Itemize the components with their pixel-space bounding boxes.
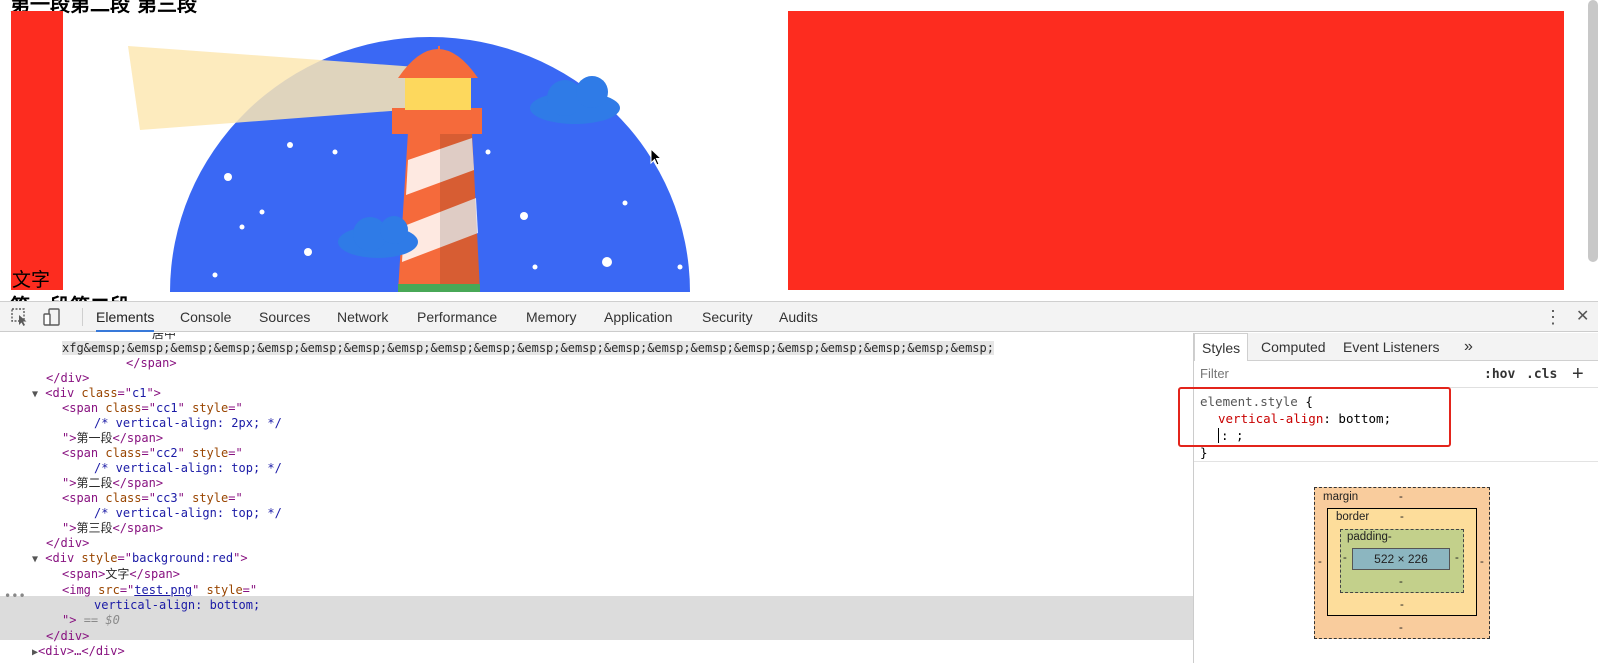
- span-text-label: 文字: [12, 269, 51, 291]
- tree-node-span-cc3[interactable]: <span class="cc3" style=": [62, 491, 243, 506]
- devtools-tabbar: Elements Console Sources Network Perform…: [0, 302, 1598, 332]
- margin-top-value: -: [1399, 491, 1403, 503]
- tree-selected-marker: "> == $0: [62, 613, 120, 627]
- padding-bottom-value: -: [1399, 576, 1403, 588]
- tree-line-emsp[interactable]: xfg&emsp;&emsp;&emsp;&emsp;&emsp;&emsp;&…: [62, 341, 994, 356]
- node-actions-icon[interactable]: •••: [4, 589, 26, 603]
- annotation-highlight-box: [1178, 387, 1451, 447]
- filter-row: :hov .cls +: [1194, 362, 1598, 388]
- tab-styles[interactable]: Styles: [1194, 333, 1249, 361]
- border-bottom-value: -: [1400, 599, 1404, 611]
- tab-performance[interactable]: Performance: [417, 302, 497, 332]
- img-src-link[interactable]: test.png: [134, 583, 192, 597]
- padding-right-value: -: [1455, 552, 1459, 564]
- tab-memory[interactable]: Memory: [526, 302, 577, 332]
- tree-node-div-c1[interactable]: ▼ <div class="c1">: [32, 386, 161, 401]
- tree-node-div-collapsed[interactable]: ▶<div>…</div>: [32, 644, 125, 659]
- tree-node-div-red[interactable]: ▼ <div style="background:red">: [32, 551, 248, 566]
- paragraph-text-bottom: 第一段第二段: [10, 290, 130, 301]
- tree-comment: /* vertical-align: top; */: [94, 506, 282, 520]
- tree-line-close-div[interactable]: </div>: [46, 371, 89, 386]
- tab-sources[interactable]: Sources: [259, 302, 310, 332]
- tree-node-span-cc1[interactable]: <span class="cc1" style=": [62, 401, 243, 416]
- devtools-panel: Elements Console Sources Network Perform…: [0, 301, 1598, 663]
- tab-audits[interactable]: Audits: [779, 302, 818, 332]
- rule-separator: [1194, 461, 1598, 462]
- tab-computed[interactable]: Computed: [1261, 333, 1326, 361]
- tree-line-close-div[interactable]: </div>: [46, 536, 89, 551]
- more-options-icon[interactable]: ⋮: [1544, 302, 1562, 332]
- tree-node-span-cc2[interactable]: <span class="cc2" style=": [62, 446, 243, 461]
- box-model-content[interactable]: 522 × 226: [1352, 548, 1450, 570]
- styles-filter-input[interactable]: [1200, 366, 1400, 381]
- more-tabs-icon[interactable]: »: [1464, 333, 1473, 361]
- tree-comment: /* vertical-align: top; */: [94, 461, 282, 475]
- lighthouse-image: [128, 37, 690, 292]
- tab-elements[interactable]: Elements: [96, 302, 155, 332]
- tree-node-span[interactable]: <span>文字</span>: [62, 567, 180, 582]
- red-div-small: [11, 11, 63, 290]
- content-dimensions: 522 × 226: [1374, 552, 1428, 566]
- tree-text: ">第二段</span>: [62, 476, 164, 490]
- tab-network[interactable]: Network: [337, 302, 388, 332]
- hover-state-toggle[interactable]: :hov: [1484, 367, 1515, 382]
- inspect-element-icon[interactable]: [10, 307, 30, 327]
- padding-left-value: -: [1343, 552, 1347, 564]
- border-label: border: [1336, 511, 1370, 523]
- red-div-large: [788, 11, 1564, 290]
- tab-security[interactable]: Security: [702, 302, 753, 332]
- tab-event-listeners[interactable]: Event Listeners: [1343, 333, 1440, 361]
- tree-style-value: vertical-align: bottom;: [94, 598, 261, 612]
- box-model-border[interactable]: border - - padding- - - - 522 × 226: [1327, 508, 1477, 616]
- device-toolbar-icon[interactable]: [42, 307, 62, 327]
- expand-caret-icon[interactable]: ▼: [32, 554, 38, 565]
- tree-line-close-span[interactable]: </span>: [126, 356, 177, 371]
- tab-application[interactable]: Application: [604, 302, 673, 332]
- tree-comment: /* vertical-align: 2px; */: [94, 416, 282, 430]
- box-model-margin[interactable]: margin - - - - border - - padding- - - -…: [1314, 487, 1490, 639]
- tree-text: ">第一段</span>: [62, 431, 164, 445]
- padding-label: padding-: [1347, 531, 1392, 543]
- margin-bottom-value: -: [1399, 622, 1403, 634]
- styles-sidebar: Styles Computed Event Listeners » :hov .…: [1194, 333, 1598, 663]
- elements-tree: 居中 xfg&emsp;&emsp;&emsp;&emsp;&emsp;&ems…: [0, 333, 1193, 663]
- page-scrollbar[interactable]: [1588, 0, 1598, 262]
- sidebar-tabs: Styles Computed Event Listeners »: [1194, 333, 1598, 361]
- rendered-page: 第一段第二段 第三段 文字 第一段第二段: [0, 0, 1598, 301]
- margin-left-value: -: [1318, 556, 1322, 568]
- tab-console[interactable]: Console: [180, 302, 231, 332]
- border-top-value: -: [1400, 511, 1404, 523]
- tree-node-img[interactable]: <img src="test.png" style=": [62, 583, 257, 598]
- mouse-cursor-icon: [650, 148, 663, 166]
- margin-label: margin: [1323, 491, 1359, 503]
- tree-line-close-div[interactable]: </div>: [46, 629, 89, 644]
- tree-text: ">第三段</span>: [62, 521, 164, 535]
- close-devtools-icon[interactable]: ✕: [1576, 302, 1589, 332]
- margin-right-value: -: [1480, 556, 1484, 568]
- class-toggle[interactable]: .cls: [1526, 367, 1557, 382]
- expand-caret-icon[interactable]: ▼: [32, 389, 38, 400]
- box-model-padding[interactable]: padding- - - - 522 × 226: [1340, 529, 1464, 593]
- new-rule-button[interactable]: +: [1572, 363, 1584, 386]
- toolbar-divider: [82, 308, 83, 326]
